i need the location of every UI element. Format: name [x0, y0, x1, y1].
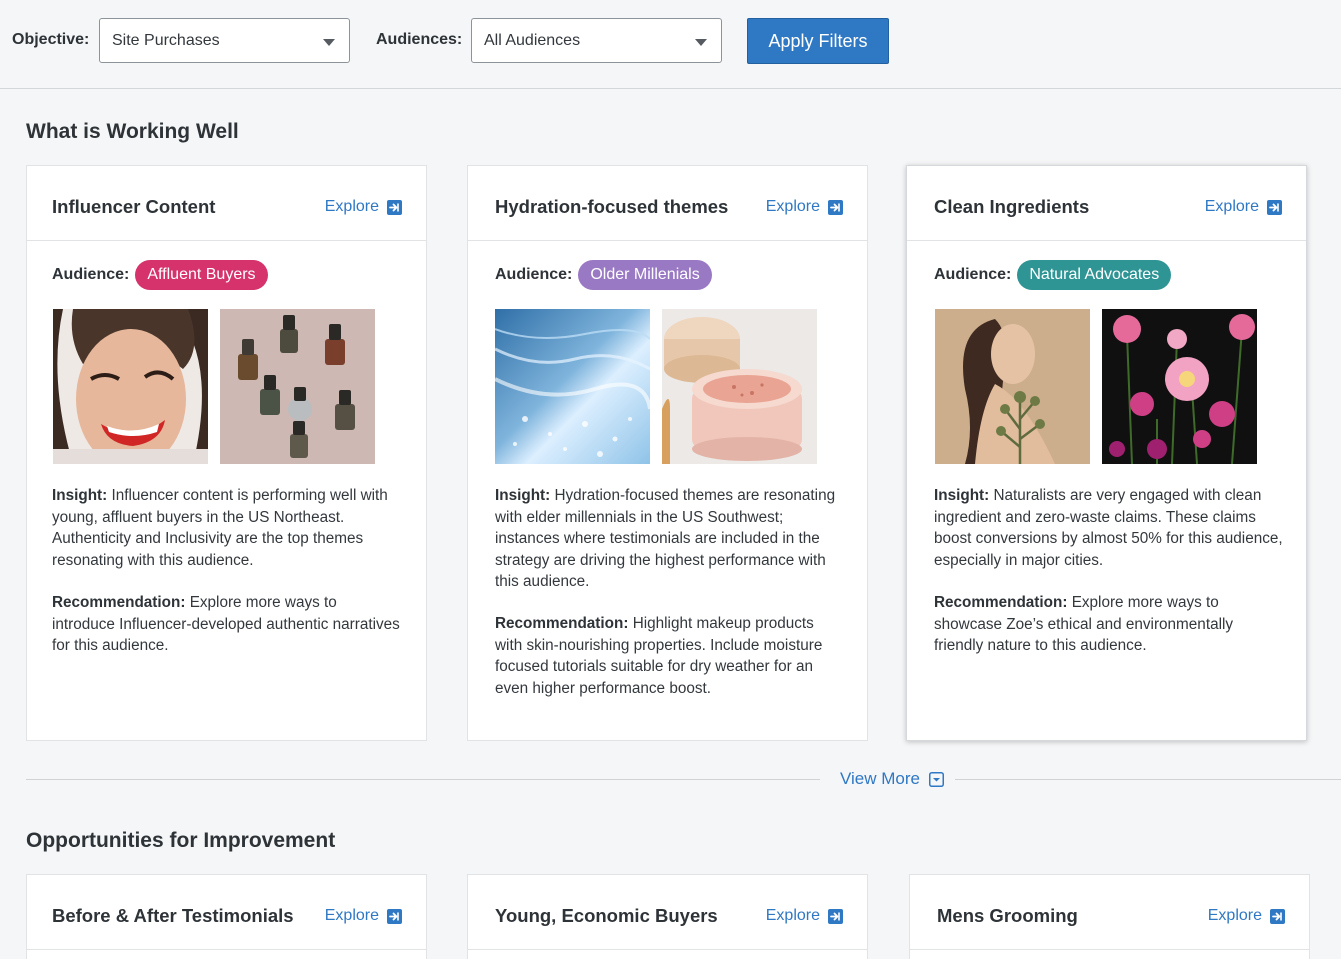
recommendation-text: Recommendation: Explore more ways to sho… — [934, 592, 1284, 657]
insight-text: Insight: Naturalists are very engaged wi… — [934, 485, 1284, 571]
section-title-working-well: What is Working Well — [26, 120, 239, 143]
card-title: Influencer Content — [52, 196, 216, 217]
card-title: Before & After Testimonials — [52, 905, 294, 926]
explore-label: Explore — [765, 907, 820, 924]
insight-label: Insight: — [495, 487, 551, 504]
card-title: Young, Economic Buyers — [495, 905, 718, 926]
explore-label: Explore — [765, 198, 820, 215]
recommendation-text: Recommendation: Explore more ways to int… — [52, 592, 402, 657]
explore-link[interactable]: Explore — [1205, 198, 1282, 216]
insight-card: Clean Ingredients Explore Audience: Natu… — [906, 165, 1307, 741]
card-header: Hydration-focused themes Explore — [468, 166, 867, 241]
explore-link[interactable]: Explore — [766, 198, 843, 216]
woman-with-plant-image — [935, 309, 1090, 464]
card-title: Hydration-focused themes — [495, 196, 729, 217]
insight-text: Insight: Influencer content is performin… — [52, 485, 402, 571]
card-header: Clean Ingredients Explore — [907, 166, 1306, 241]
explore-link[interactable]: Explore — [766, 907, 843, 925]
explore-link[interactable]: Explore — [325, 198, 402, 216]
chevron-down-icon — [323, 39, 335, 46]
arrow-right-box-icon — [387, 908, 402, 924]
pink-flowers-image — [1102, 309, 1257, 464]
card-header: Young, Economic Buyers Explore — [468, 875, 867, 950]
audience-row: Audience: Older Millenials — [495, 260, 712, 290]
recommendation-label: Recommendation: — [495, 615, 629, 632]
explore-link[interactable]: Explore — [325, 907, 402, 925]
arrow-right-box-icon — [387, 199, 402, 215]
chevron-down-icon — [695, 39, 707, 46]
improvement-card: Mens Grooming Explore — [909, 874, 1310, 959]
chevron-down-box-icon — [929, 771, 944, 787]
audience-row: Audience: Natural Advocates — [934, 260, 1172, 290]
explore-label: Explore — [324, 198, 379, 215]
objective-select[interactable]: Site Purchases — [99, 18, 350, 63]
audiences-select-value: All Audiences — [484, 32, 581, 49]
audience-row: Audience: Affluent Buyers — [52, 260, 268, 290]
explore-label: Explore — [1204, 198, 1259, 215]
audience-badge[interactable]: Natural Advocates — [1017, 260, 1172, 290]
objective-label: Objective: — [12, 31, 90, 48]
audiences-select[interactable]: All Audiences — [471, 18, 722, 63]
insight-text: Insight: Hydration-focused themes are re… — [495, 485, 845, 593]
audience-badge[interactable]: Affluent Buyers — [135, 260, 268, 290]
powder-jar-image — [662, 309, 817, 464]
apply-filters-button[interactable]: Apply Filters — [747, 18, 889, 64]
insight-card: Hydration-focused themes Explore Audienc… — [467, 165, 868, 741]
nail-polish-image — [220, 309, 375, 464]
water-splash-image — [495, 309, 650, 464]
insight-label: Insight: — [52, 487, 108, 504]
audiences-label: Audiences: — [376, 31, 463, 48]
arrow-right-box-icon — [828, 199, 843, 215]
audience-label: Audience: — [934, 266, 1012, 283]
section-title-improvement: Opportunities for Improvement — [26, 829, 336, 852]
explore-label: Explore — [1207, 907, 1262, 924]
insight-label: Insight: — [934, 487, 990, 504]
arrow-right-box-icon — [828, 908, 843, 924]
view-more-link[interactable]: View More — [840, 769, 944, 789]
explore-label: Explore — [324, 907, 379, 924]
explore-link[interactable]: Explore — [1208, 907, 1285, 925]
card-header: Before & After Testimonials Explore — [27, 875, 426, 950]
recommendation-label: Recommendation: — [52, 594, 186, 611]
audience-label: Audience: — [52, 266, 130, 283]
divider — [26, 779, 820, 780]
divider — [955, 779, 1341, 780]
improvement-card: Young, Economic Buyers Explore — [467, 874, 868, 959]
view-more-label: View More — [840, 769, 920, 788]
insight-card: Influencer Content Explore Audience: Aff… — [26, 165, 427, 741]
card-header: Mens Grooming Explore — [910, 875, 1309, 950]
card-title: Mens Grooming — [937, 905, 1078, 926]
audience-label: Audience: — [495, 266, 573, 283]
arrow-right-box-icon — [1267, 199, 1282, 215]
arrow-right-box-icon — [1270, 908, 1285, 924]
woman-smiling-image — [53, 309, 208, 464]
improvement-card: Before & After Testimonials Explore — [26, 874, 427, 959]
recommendation-label: Recommendation: — [934, 594, 1068, 611]
recommendation-text: Recommendation: Highlight makeup product… — [495, 613, 845, 699]
card-header: Influencer Content Explore — [27, 166, 426, 241]
card-title: Clean Ingredients — [934, 196, 1090, 217]
audience-badge[interactable]: Older Millenials — [578, 260, 712, 290]
objective-select-value: Site Purchases — [112, 32, 220, 49]
filter-bar: Objective: Site Purchases Audiences: All… — [0, 0, 1341, 89]
